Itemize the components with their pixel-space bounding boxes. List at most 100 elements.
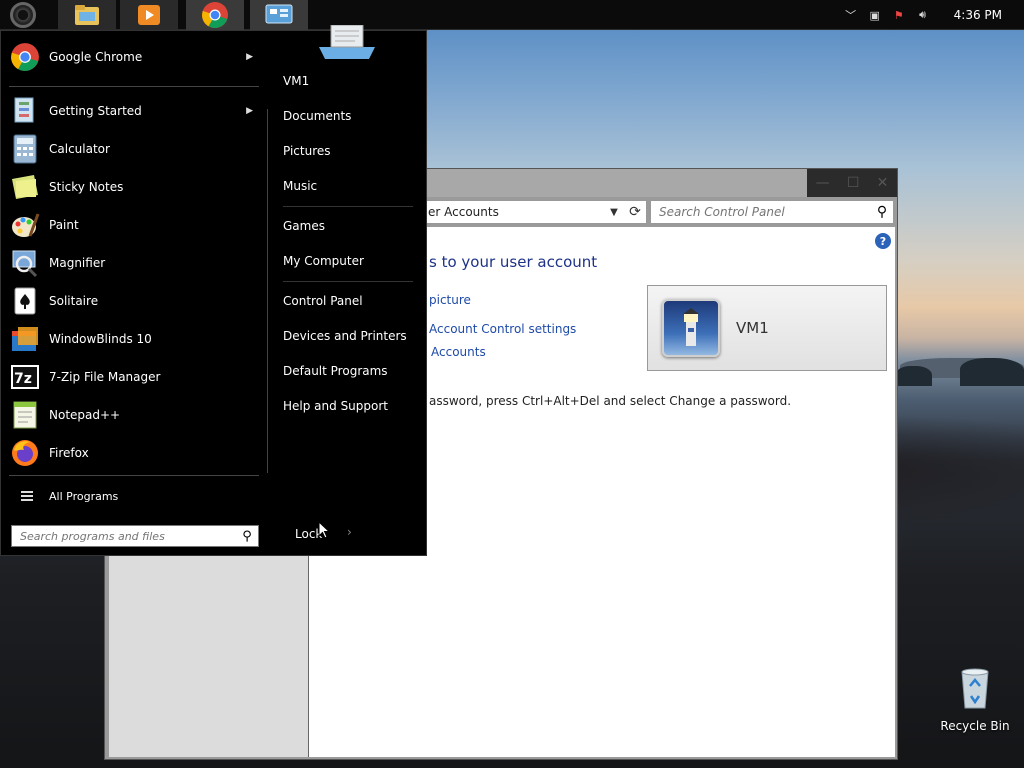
mouse-cursor-icon (318, 521, 330, 539)
right-item-help-and-support[interactable]: Help and Support (283, 399, 388, 413)
program-notepad-plus-plus[interactable]: Notepad++ (9, 398, 259, 432)
start-button[interactable] (6, 2, 40, 28)
action-center-icon[interactable]: ▣ (868, 8, 882, 22)
chevron-right-icon[interactable]: ▶ (246, 52, 253, 62)
divider (283, 281, 413, 282)
program-label: Solitaire (49, 294, 99, 308)
program-magnifier[interactable]: Magnifier (9, 246, 259, 280)
right-item-control-panel[interactable]: Control Panel (283, 294, 363, 308)
help-icon[interactable]: ? (875, 233, 891, 249)
island (896, 366, 932, 386)
chrome-icon (201, 2, 228, 29)
maximize-icon[interactable]: ☐ (847, 175, 860, 191)
notepad-plus-plus-icon (9, 399, 41, 431)
program-label: Calculator (49, 142, 110, 156)
volume-icon[interactable]: 🔊︎ (916, 8, 930, 22)
hamburger-icon (21, 489, 33, 503)
program-label: Getting Started (49, 104, 142, 118)
search-input[interactable] (659, 205, 871, 219)
user-picture[interactable] (662, 299, 720, 357)
clock[interactable]: 4:36 PM (954, 8, 1002, 22)
right-item-pictures[interactable]: Pictures (283, 144, 331, 158)
taskbar-app-media-player[interactable] (120, 0, 178, 30)
recycle-bin-label: Recycle Bin (940, 719, 1010, 733)
right-item-my-computer[interactable]: My Computer (283, 254, 364, 268)
program-paint[interactable]: Paint (9, 208, 259, 242)
calculator-icon (9, 133, 41, 165)
solitaire-icon (9, 285, 41, 317)
chevron-right-icon[interactable]: › (347, 525, 352, 539)
right-item-user[interactable]: VM1 (283, 74, 309, 88)
system-tray: ﹀ ▣ ⚑ 🔊︎ 4:36 PM (844, 0, 1024, 30)
recycle-bin[interactable]: Recycle Bin (940, 666, 1010, 733)
all-programs-label: All Programs (49, 489, 119, 503)
program-google-chrome[interactable]: Google Chrome ▶ (9, 40, 259, 74)
divider (283, 206, 413, 207)
program-7zip[interactable]: 7z 7-Zip File Manager (9, 360, 259, 394)
right-item-music[interactable]: Music (283, 179, 317, 193)
program-getting-started[interactable]: Getting Started ▶ (9, 94, 259, 128)
divider (9, 475, 259, 476)
right-item-games[interactable]: Games (283, 219, 325, 233)
column-divider (267, 109, 268, 473)
manage-accounts-link[interactable]: Accounts (431, 345, 486, 359)
password-note: assword, press Ctrl+Alt+Del and select C… (429, 394, 792, 408)
chevron-right-icon[interactable]: ▶ (246, 106, 253, 116)
program-label: 7-Zip File Manager (49, 370, 161, 384)
close-icon[interactable]: ✕ (877, 175, 889, 191)
all-programs-button[interactable]: All Programs (21, 489, 118, 503)
program-solitaire[interactable]: Solitaire (9, 284, 259, 318)
user-tile-icon (319, 25, 375, 59)
media-player-icon (138, 5, 160, 25)
program-firefox[interactable]: Firefox (9, 436, 259, 470)
chevron-down-icon[interactable]: ﹀ (844, 8, 858, 22)
lighthouse-icon (683, 308, 699, 346)
program-label: Notepad++ (49, 408, 121, 422)
start-orb-icon (10, 2, 36, 28)
search-input[interactable] (20, 529, 236, 543)
user-name: VM1 (736, 319, 769, 337)
windowblinds-icon (9, 323, 41, 355)
taskbar-app-file-explorer[interactable] (58, 0, 116, 30)
minimize-icon[interactable]: — (816, 175, 830, 191)
chevron-down-icon[interactable]: ▼ (604, 207, 624, 218)
program-label: WindowBlinds 10 (49, 332, 152, 346)
recycle-bin-icon (961, 668, 989, 709)
taskbar: ﹀ ▣ ⚑ 🔊︎ 4:36 PM (0, 0, 1024, 30)
getting-started-icon (9, 95, 41, 127)
taskbar-app-control-panel[interactable] (250, 0, 308, 30)
right-item-devices-and-printers[interactable]: Devices and Printers (283, 329, 407, 343)
right-item-default-programs[interactable]: Default Programs (283, 364, 388, 378)
window-controls: — ☐ ✕ (807, 169, 897, 197)
program-calculator[interactable]: Calculator (9, 132, 259, 166)
network-warning-icon[interactable]: ⚑ (892, 8, 906, 22)
magnifier-icon (9, 247, 41, 279)
program-label: Sticky Notes (49, 180, 124, 194)
program-label: Magnifier (49, 256, 106, 270)
svg-text:7z: 7z (14, 371, 32, 387)
user-account-control-link[interactable]: Account Control settings (429, 322, 576, 336)
firefox-icon (9, 437, 41, 469)
control-panel-icon (265, 4, 293, 24)
program-label: Google Chrome (49, 50, 143, 64)
search-icon[interactable]: ⚲ (871, 204, 893, 220)
program-label: Firefox (49, 446, 89, 460)
program-windowblinds[interactable]: WindowBlinds 10 (9, 322, 259, 356)
user-account-card: VM1 (647, 285, 887, 371)
island (960, 358, 1024, 386)
search-icon[interactable]: ⚲ (236, 529, 258, 544)
page-title: s to your user account (429, 253, 598, 271)
chrome-icon (9, 41, 41, 73)
change-picture-link[interactable]: picture (429, 293, 471, 307)
file-explorer-icon (75, 5, 99, 25)
start-search-box[interactable]: ⚲ (11, 525, 259, 547)
sticky-notes-icon (9, 171, 41, 203)
start-menu: Google Chrome ▶ Getting Started ▶ Calcul… (0, 25, 427, 556)
taskbar-app-chrome[interactable] (186, 0, 244, 30)
right-item-documents[interactable]: Documents (283, 109, 351, 123)
paint-icon (9, 209, 41, 241)
control-panel-search[interactable]: ⚲ (650, 200, 894, 224)
program-sticky-notes[interactable]: Sticky Notes (9, 170, 259, 204)
refresh-icon[interactable]: ⟳ (624, 204, 646, 220)
seven-zip-icon: 7z (9, 361, 41, 393)
